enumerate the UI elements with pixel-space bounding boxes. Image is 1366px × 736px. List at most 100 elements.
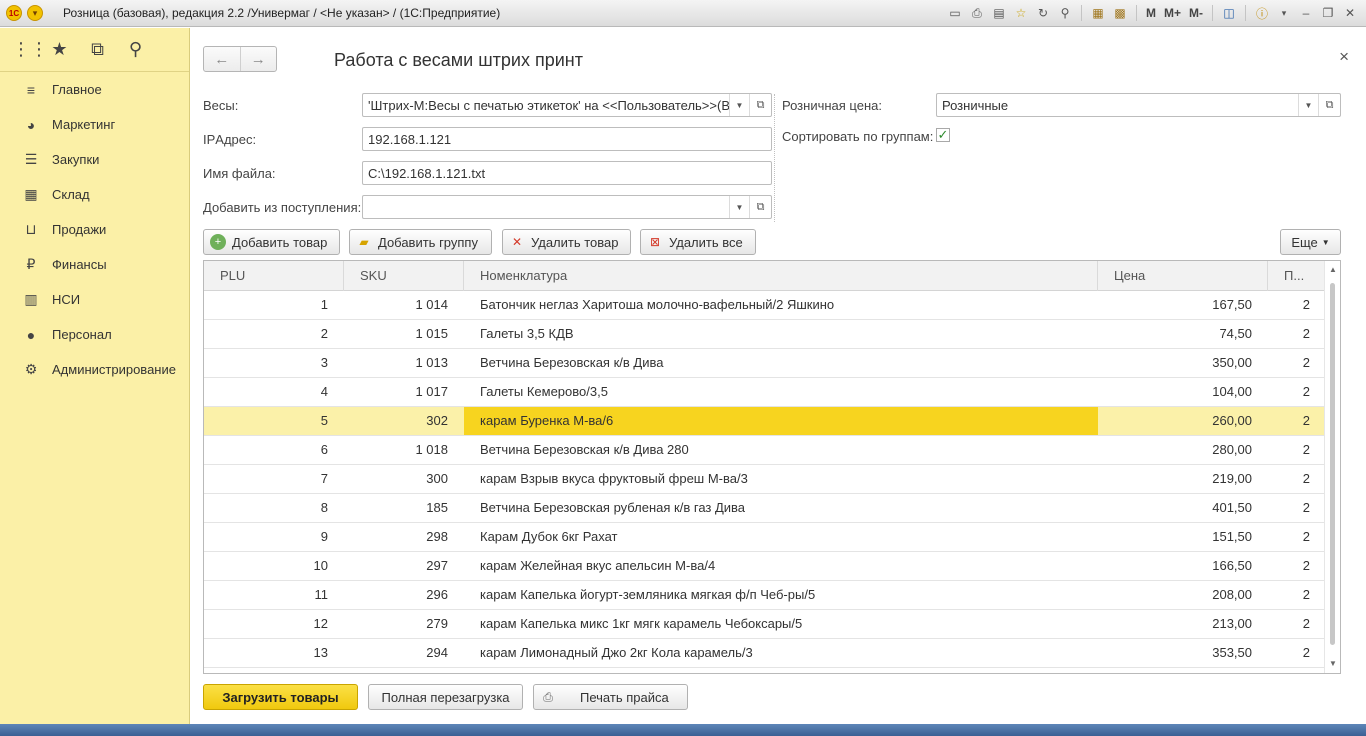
chevron-down-icon[interactable]: ▼	[1298, 94, 1318, 116]
scroll-thumb[interactable]	[1330, 283, 1335, 645]
cell-p: 2	[1302, 413, 1310, 428]
sidebar-item[interactable]: ☰ Закупки	[0, 142, 189, 177]
forward-arrow-icon[interactable]: →	[241, 47, 277, 71]
favorites-star-icon[interactable]: ★	[50, 39, 69, 60]
back-arrow-icon[interactable]: ←	[204, 47, 241, 71]
close-icon[interactable]: ×	[1339, 47, 1349, 67]
sidebar-item[interactable]: ⚙ Администрирование	[0, 352, 189, 387]
add-from-label: Добавить из поступления:	[203, 200, 362, 215]
link-icon[interactable]: ⚲	[1055, 3, 1075, 23]
table-row[interactable]: 11 296 карам Капелька йогурт-земляника мяг…	[204, 581, 1326, 610]
ip-field[interactable]: 192.168.1.121	[362, 127, 772, 151]
sidebar-item-label: Главное	[52, 82, 102, 97]
cell-price: 350,00	[1212, 355, 1252, 370]
chevron-down-icon[interactable]: ▼	[729, 196, 749, 218]
chevron-down-icon[interactable]: ▼	[729, 94, 749, 116]
cell-p: 2	[1302, 500, 1310, 515]
memory-plus-button[interactable]: M+	[1161, 3, 1184, 23]
scroll-up-icon[interactable]: ▲	[1325, 263, 1340, 277]
cell-sku: 1 018	[415, 442, 448, 457]
cell-price: 166,50	[1212, 558, 1252, 573]
favorites-add-icon[interactable]: ☆	[1011, 3, 1031, 23]
more-button[interactable]: Еще ▼	[1280, 229, 1341, 255]
ip-label: IPАдрес:	[203, 132, 257, 147]
sidebar-item[interactable]: ◕ Маркетинг	[0, 107, 189, 142]
title-bar: 1С ▾ Розница (базовая), редакция 2.2 /Ун…	[0, 0, 1366, 27]
add-from-field[interactable]: ▼ ⧉	[362, 195, 772, 219]
load-items-button[interactable]: Загрузить товары	[203, 684, 358, 710]
preview-icon[interactable]: ▤	[989, 3, 1009, 23]
calculator-icon[interactable]: ▦	[1088, 3, 1108, 23]
vertical-scrollbar[interactable]: ▲ ▼	[1324, 261, 1340, 673]
sidebar-item[interactable]: ▥ НСИ	[0, 282, 189, 317]
print-icon[interactable]: ⎙	[967, 3, 987, 23]
sidebar-item[interactable]: ⊔ Продажи	[0, 212, 189, 247]
delete-all-button[interactable]: ⊠ Удалить все	[640, 229, 756, 255]
cell-name: Батончик неглаз Харитоша молочно-вафельн…	[480, 297, 835, 312]
table-row[interactable]: 6 1 018 Ветчина Березовская к/в Дива 280 28…	[204, 436, 1326, 465]
save-icon[interactable]: ▭	[945, 3, 965, 23]
open-icon[interactable]: ⧉	[749, 94, 771, 116]
history-icon[interactable]: ⧉	[88, 39, 107, 60]
items-table[interactable]: PLU SKU Номенклатура Цена П... 1 1 014 Батончи…	[203, 260, 1341, 674]
memory-button[interactable]: M	[1143, 3, 1159, 23]
table-row[interactable]: 13 294 карам Лимонадный Джо 2кг Кола карам…	[204, 639, 1326, 668]
table-row[interactable]: 2 1 015 Галеты 3,5 КДВ 74,50 2	[204, 320, 1326, 349]
open-icon[interactable]: ⧉	[749, 196, 771, 218]
sidebar-item[interactable]: ≡ Главное	[0, 72, 189, 107]
form-area: ← → Работа с весами штрих принт × Весы: …	[191, 28, 1359, 724]
column-divider	[774, 94, 775, 222]
table-row[interactable]: 5 302 карам Буренка М-ва/6 260,00 2	[204, 407, 1326, 436]
sidebar-item-label: НСИ	[52, 292, 81, 307]
memory-minus-button[interactable]: M-	[1186, 3, 1206, 23]
table-row[interactable]: 7 300 карам Взрыв вкуса фруктовый фреш М-в…	[204, 465, 1326, 494]
print-price-button[interactable]: ⎙ Печать прайса	[533, 684, 688, 710]
apps-grid-icon[interactable]: ⋮⋮	[12, 39, 48, 60]
print-price-label: Печать прайса	[580, 689, 669, 705]
search-icon[interactable]: ⚲	[126, 39, 145, 60]
column-header[interactable]: Цена	[1098, 261, 1268, 291]
cell-name: Карам Дубок 6кг Рахат	[480, 529, 618, 544]
calendar-icon[interactable]: ▩	[1110, 3, 1130, 23]
table-row[interactable]: 12 279 карам Капелька микс 1кг мягк караме…	[204, 610, 1326, 639]
app-menu-chevron-icon[interactable]: ▾	[27, 5, 43, 21]
cell-plu: 5	[320, 413, 328, 428]
open-icon[interactable]: ⧉	[1318, 94, 1340, 116]
restore-icon[interactable]: ❐	[1318, 3, 1338, 23]
price-field[interactable]: Розничные ▼ ⧉	[936, 93, 1341, 117]
column-header[interactable]: П...	[1268, 261, 1326, 291]
cell-price: 104,00	[1212, 384, 1252, 399]
column-header[interactable]: SKU	[344, 261, 464, 291]
scroll-down-icon[interactable]: ▼	[1325, 657, 1340, 671]
close-window-icon[interactable]: ✕	[1340, 3, 1360, 23]
table-row[interactable]: 1 1 014 Батончик неглаз Харитоша молочно-в…	[204, 291, 1326, 320]
cell-name: Ветчина Березовская к/в Дива	[480, 355, 664, 370]
sidebar-item[interactable]: ▦ Склад	[0, 177, 189, 212]
minimize-icon[interactable]: –	[1296, 3, 1316, 23]
table-row[interactable]: 10 297 карам Желейная вкус апельсин М-ва/4…	[204, 552, 1326, 581]
sidebar-item[interactable]: ₽ Финансы	[0, 247, 189, 282]
column-header[interactable]: Номенклатура	[464, 261, 1098, 291]
cell-sku: 1 013	[415, 355, 448, 370]
history-icon[interactable]: ↻	[1033, 3, 1053, 23]
file-value: C:\192.168.1.121.txt	[368, 165, 486, 181]
add-group-button[interactable]: ▰ Добавить группу	[349, 229, 492, 255]
delete-item-button[interactable]: ✕ Удалить товар	[502, 229, 631, 255]
chevron-down-icon[interactable]: ▾	[1274, 3, 1294, 23]
full-reload-button[interactable]: Полная перезагрузка	[368, 684, 523, 710]
table-row[interactable]: 8 185 Ветчина Березовская рубленая к/в газ…	[204, 494, 1326, 523]
file-field[interactable]: C:\192.168.1.121.txt	[362, 161, 772, 185]
panels-icon[interactable]: ◫	[1219, 3, 1239, 23]
scales-field[interactable]: 'Штрих-М:Весы с печатью этикеток' на <<П…	[362, 93, 772, 117]
info-icon[interactable]: ⓘ	[1252, 3, 1272, 23]
table-row[interactable]: 4 1 017 Галеты Кемерово/3,5 104,00 2	[204, 378, 1326, 407]
table-row[interactable]: 9 298 Карам Дубок 6кг Рахат 151,50 2	[204, 523, 1326, 552]
sidebar-item[interactable]: ● Персонал	[0, 317, 189, 352]
cell-name: Ветчина Березовская к/в Дива 280	[480, 442, 689, 457]
sort-by-group-checkbox[interactable]: ✓	[936, 127, 950, 142]
cell-sku: 298	[426, 529, 448, 544]
app-logo-icon[interactable]: 1С	[6, 5, 22, 21]
table-row[interactable]: 3 1 013 Ветчина Березовская к/в Дива 350,00…	[204, 349, 1326, 378]
add-item-button[interactable]: + Добавить товар	[203, 229, 340, 255]
column-header[interactable]: PLU	[204, 261, 344, 291]
